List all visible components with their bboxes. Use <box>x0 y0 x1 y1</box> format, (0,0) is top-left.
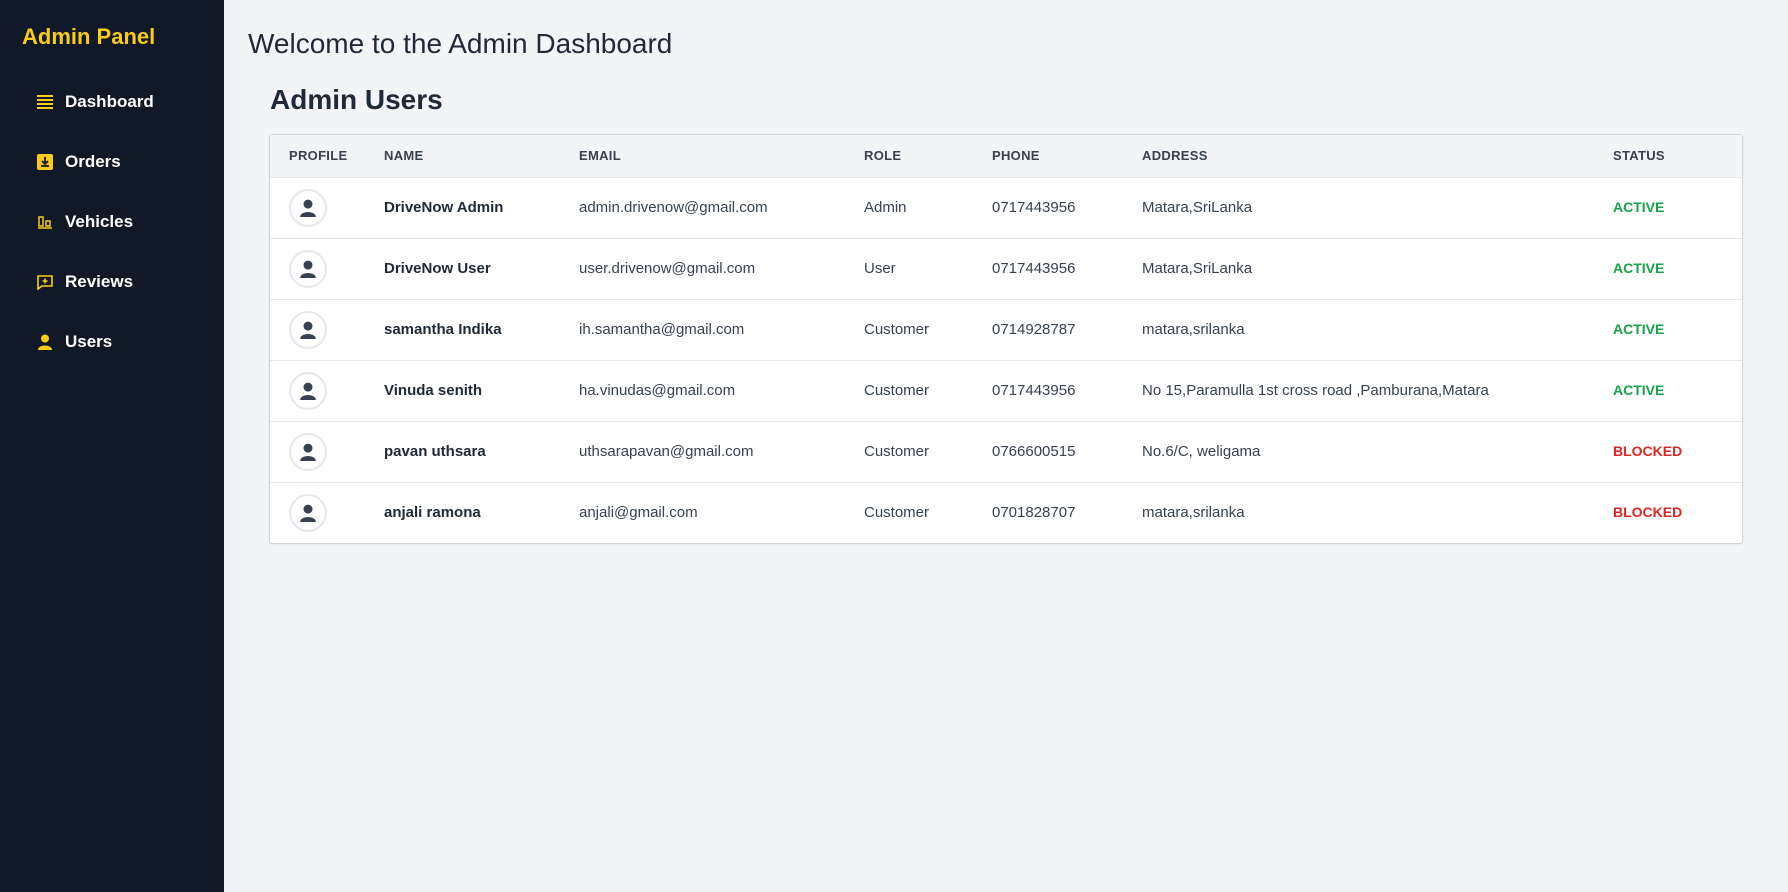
column-header-role: ROLE <box>864 135 992 178</box>
user-role: Customer <box>864 382 930 399</box>
user-email: anjali@gmail.com <box>579 504 698 522</box>
table-row[interactable]: DriveNow Admin admin.drivenow@gmail.com … <box>270 177 1742 238</box>
user-email: uthsarapavan@gmail.com <box>579 443 754 460</box>
list-icon <box>36 93 54 111</box>
user-silhouette-icon <box>300 199 316 217</box>
status-badge: BLOCKED <box>1613 443 1683 459</box>
column-header-status: STATUS <box>1613 135 1742 178</box>
user-phone: 0717443956 <box>992 382 1076 399</box>
user-phone: 0717443956 <box>992 199 1076 216</box>
sidebar-item-label: Orders <box>65 152 121 171</box>
status-badge: BLOCKED <box>1613 504 1683 521</box>
table-header-row: PROFILE NAME EMAIL ROLE PHONE ADDRESS ST… <box>270 135 1742 178</box>
user-phone: 0701828707 <box>992 504 1076 522</box>
avatar <box>289 310 327 349</box>
table-row[interactable]: DriveNow User user.drivenow@gmail.com Us… <box>270 238 1742 299</box>
table-row[interactable]: pavan uthsara uthsarapavan@gmail.com Cus… <box>270 421 1742 482</box>
user-address: No 15,Paramulla 1st cross road ,Pamburan… <box>1142 382 1489 399</box>
status-badge: ACTIVE <box>1613 321 1665 337</box>
column-header-address: ADDRESS <box>1142 135 1613 178</box>
user-email: ha.vinudas@gmail.com <box>579 382 736 399</box>
sidebar-item-reviews[interactable]: Reviews <box>36 252 224 312</box>
users-table-container: PROFILE NAME EMAIL ROLE PHONE ADDRESS ST… <box>269 134 1743 544</box>
user-silhouette-icon <box>300 321 316 339</box>
status-badge: ACTIVE <box>1613 260 1665 276</box>
avatar <box>289 493 327 532</box>
user-email: admin.drivenow@gmail.com <box>579 199 768 216</box>
avatar <box>289 249 327 288</box>
user-role: Customer <box>864 443 930 460</box>
user-silhouette-icon <box>300 504 316 522</box>
user-role: User <box>864 260 896 277</box>
sidebar-item-label: Vehicles <box>65 212 134 231</box>
status-badge: ACTIVE <box>1613 199 1665 215</box>
table-row[interactable]: samantha Indika ih.samantha@gmail.com Cu… <box>270 299 1742 360</box>
user-name: anjali ramona <box>384 504 481 522</box>
user-email: user.drivenow@gmail.com <box>579 260 756 277</box>
user-name: samantha Indika <box>384 321 502 338</box>
sidebar-item-label: Reviews <box>65 272 134 291</box>
user-role: Customer <box>864 504 930 522</box>
bar-chart-icon <box>36 213 54 231</box>
sidebar-item-orders[interactable]: Orders <box>36 132 224 192</box>
main-content: Welcome to the Admin Dashboard Admin Use… <box>224 0 1788 892</box>
user-name: DriveNow User <box>384 260 491 277</box>
column-header-phone: PHONE <box>992 135 1142 178</box>
brand-title: Admin Panel <box>22 24 156 49</box>
user-phone: 0766600515 <box>992 443 1076 460</box>
user-address: matara,srilanka <box>1142 504 1245 522</box>
users-table: PROFILE NAME EMAIL ROLE PHONE ADDRESS ST… <box>270 135 1742 543</box>
sidebar-item-dashboard[interactable]: Dashboard <box>36 72 224 132</box>
user-address: No.6/C, weligama <box>1142 443 1261 460</box>
user-name: Vinuda senith <box>384 382 483 399</box>
user-address: matara,srilanka <box>1142 321 1245 338</box>
user-phone: 0717443956 <box>992 260 1076 277</box>
sidebar-item-users[interactable]: Users <box>36 312 224 372</box>
user-icon <box>36 333 54 351</box>
column-header-name: NAME <box>384 135 579 178</box>
sidebar-nav: Dashboard Orders Vehicles Reviews Users <box>0 72 224 372</box>
section-title: Admin Users <box>270 84 443 115</box>
user-role: Admin <box>864 199 907 216</box>
page-title: Welcome to the Admin Dashboard <box>248 28 673 59</box>
column-header-profile: PROFILE <box>270 135 384 178</box>
download-box-icon <box>36 153 54 171</box>
sidebar-item-label: Users <box>65 332 113 351</box>
column-header-email: EMAIL <box>579 135 864 178</box>
avatar <box>289 188 327 227</box>
status-badge: ACTIVE <box>1613 382 1665 398</box>
table-row[interactable]: anjali ramona anjali@gmail.com Customer … <box>270 482 1742 543</box>
user-address: Matara,SriLanka <box>1142 260 1253 277</box>
avatar <box>289 432 327 471</box>
message-plus-icon <box>36 273 54 291</box>
table-row[interactable]: Vinuda senith ha.vinudas@gmail.com Custo… <box>270 360 1742 421</box>
user-address: Matara,SriLanka <box>1142 199 1253 216</box>
user-phone: 0714928787 <box>992 321 1076 338</box>
sidebar-item-label: Dashboard <box>65 92 154 111</box>
user-name: pavan uthsara <box>384 443 486 460</box>
user-silhouette-icon <box>300 260 316 278</box>
user-name: DriveNow Admin <box>384 199 504 216</box>
user-role: Customer <box>864 321 930 338</box>
sidebar: Admin Panel Dashboard Orders Vehicles Re… <box>0 0 224 892</box>
user-silhouette-icon <box>300 443 316 461</box>
user-silhouette-icon <box>300 382 316 400</box>
sidebar-item-vehicles[interactable]: Vehicles <box>36 192 224 252</box>
avatar <box>289 371 327 410</box>
user-email: ih.samantha@gmail.com <box>579 321 745 338</box>
